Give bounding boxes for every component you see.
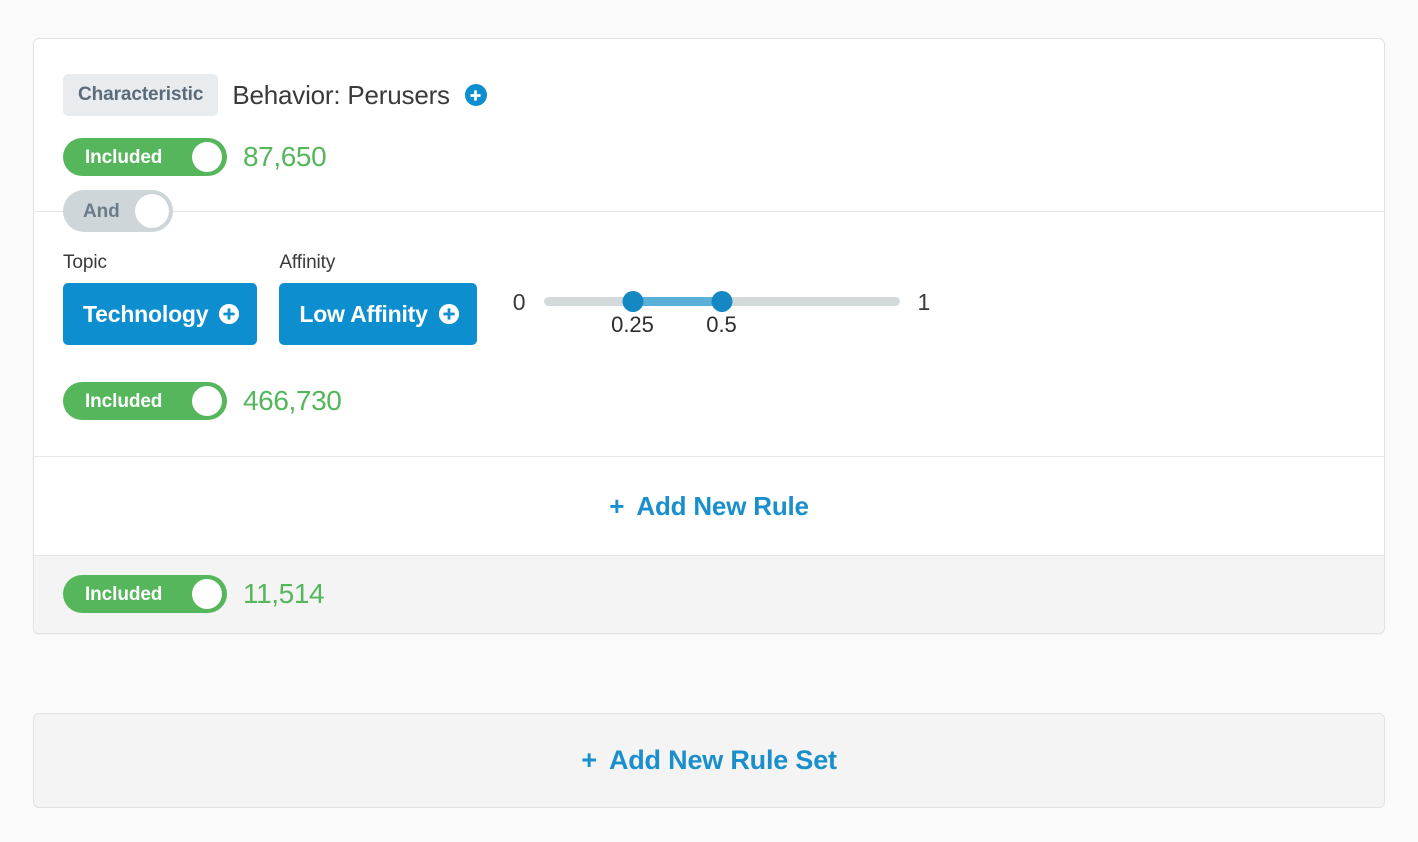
topic-field-label: Topic <box>63 252 107 273</box>
field-row: Topic Technology Affinity Low Affinity 0… <box>34 252 1384 345</box>
affinity-field-label: Affinity <box>279 252 336 273</box>
included-toggle-label: Included <box>85 390 163 412</box>
slider-handle-high[interactable] <box>711 291 732 312</box>
add-affinity-plus-icon[interactable] <box>438 304 459 324</box>
included-toggle[interactable]: Included <box>63 575 227 613</box>
slider-low-value-label: 0.25 <box>611 312 654 337</box>
rule-set-card: Characteristic Behavior: Perusers Includ… <box>33 38 1385 634</box>
affinity-range-slider[interactable]: 0 0.25 0.5 1 <box>512 282 931 336</box>
included-toggle[interactable]: Included <box>63 382 227 420</box>
add-new-rule-label: Add New Rule <box>636 491 809 521</box>
slider-high-value-label: 0.5 <box>706 312 737 337</box>
topic-value-label: Technology <box>83 300 209 327</box>
included-toggle[interactable]: Included <box>63 138 227 176</box>
rule-topic-affinity: Topic Technology Affinity Low Affinity 0… <box>34 212 1384 456</box>
page-root: Characteristic Behavior: Perusers Includ… <box>0 0 1418 842</box>
affinity-value-button[interactable]: Low Affinity <box>279 283 477 345</box>
slider-track-wrapper[interactable]: 0.25 0.5 <box>543 282 900 336</box>
topic-value-button[interactable]: Technology <box>63 283 258 345</box>
slider-selected-range <box>632 297 722 306</box>
add-new-rule-set-plus-icon: + <box>581 745 597 775</box>
included-toggle-label: Included <box>85 146 163 168</box>
rule-header: Characteristic Behavior: Perusers <box>34 39 1384 116</box>
topic-field: Topic Technology <box>63 252 258 345</box>
affinity-value-label: Low Affinity <box>299 300 428 327</box>
rule-set-count: 11,514 <box>243 578 325 609</box>
characteristic-count: 87,650 <box>243 141 327 172</box>
rule-characteristic: Characteristic Behavior: Perusers Includ… <box>34 39 1384 211</box>
slider-handle-low[interactable] <box>622 291 643 312</box>
slider-min-label: 0 <box>512 288 526 315</box>
included-toggle-label: Included <box>85 583 163 605</box>
affinity-field: Affinity Low Affinity <box>279 252 477 345</box>
characteristic-chip[interactable]: Characteristic <box>63 74 219 116</box>
rule-set-footer: Included 11,514 <box>34 555 1384 633</box>
toggle-knob <box>192 386 222 416</box>
toggle-knob <box>192 142 222 172</box>
rule-set-included-row: Included 11,514 <box>34 575 1384 613</box>
toggle-knob <box>192 579 222 609</box>
add-characteristic-plus-icon[interactable] <box>464 84 487 106</box>
topic-included-row: Included 466,730 <box>34 345 1384 456</box>
add-new-rule-button[interactable]: + Add New Rule <box>34 457 1384 555</box>
characteristic-included-row: Included 87,650 <box>34 116 1384 211</box>
add-topic-plus-icon[interactable] <box>219 304 240 324</box>
slider-max-label: 1 <box>917 288 931 315</box>
add-new-rule-plus-icon: + <box>609 491 625 521</box>
add-new-rule-set-label: Add New Rule Set <box>608 745 837 775</box>
topic-count: 466,730 <box>243 385 342 416</box>
add-new-rule-set-button[interactable]: + Add New Rule Set <box>33 713 1385 808</box>
rule-title: Behavior: Perusers <box>232 79 450 110</box>
